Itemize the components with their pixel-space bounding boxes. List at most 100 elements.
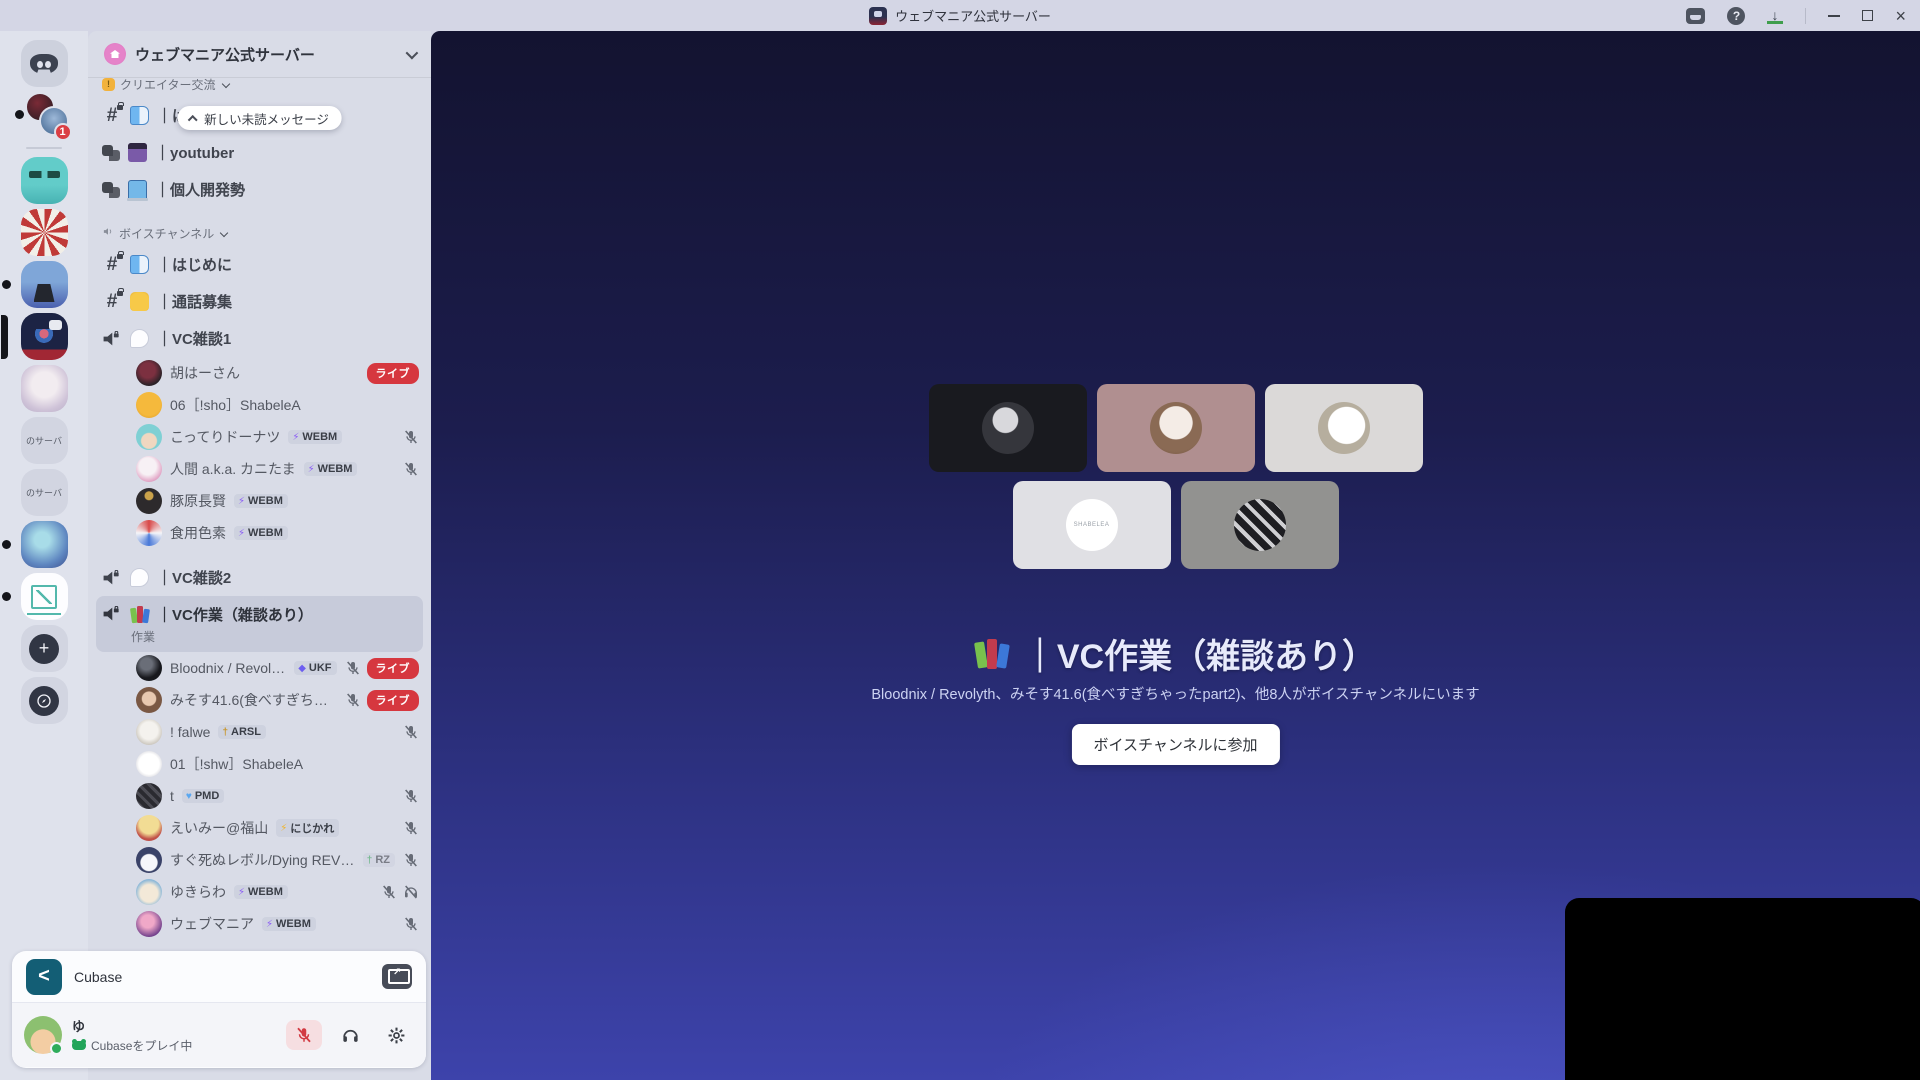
participant-tile[interactable] [1096, 384, 1255, 472]
explore-servers-button[interactable] [20, 677, 68, 724]
deafen-button[interactable] [332, 1020, 368, 1050]
server-icon-anime-girl[interactable] [20, 365, 68, 412]
voice-member-row[interactable]: t ♥ PMD [88, 780, 431, 812]
mic-muted-icon [346, 661, 359, 675]
add-server-button[interactable]: + [20, 625, 68, 672]
server-tag: ⚡ WEBM [303, 462, 358, 476]
user-status-text: Cubaseをプレイ中 [91, 1039, 193, 1053]
voice-member-row[interactable]: 豚原長賢 ⚡ WEBM [88, 485, 431, 517]
voice-member-row[interactable]: Bloodnix / Revolyth ◆ UKF ライブ [88, 652, 431, 684]
mic-muted-icon [346, 693, 359, 707]
join-voice-channel-button[interactable]: ボイスチャンネルに参加 [1071, 724, 1280, 765]
server-name: ウェブマニア公式サーバー [135, 46, 315, 64]
server-icon-suit[interactable] [1, 261, 68, 308]
avatar [136, 719, 162, 745]
forum-channel-icon [102, 181, 120, 198]
online-status-dot [50, 1042, 63, 1055]
live-badge: ライブ [366, 657, 419, 679]
help-icon[interactable]: ? [1727, 6, 1746, 25]
screen-share-icon[interactable] [382, 964, 412, 989]
plus-icon: + [29, 633, 59, 664]
server-icon-teal[interactable] [20, 157, 68, 204]
voice-member-row[interactable]: ゆきらわ ⚡ WEBM [88, 876, 431, 908]
avatar [136, 911, 162, 937]
participant-tile[interactable] [1264, 384, 1423, 472]
user-name: ゆ [72, 1019, 86, 1034]
minimize-button[interactable] [1828, 14, 1841, 17]
chevron-down-icon [405, 46, 419, 59]
voice-member-row[interactable]: ウェブマニア ⚡ WEBM [88, 908, 431, 940]
activity-card[interactable]: < Cubase [12, 951, 426, 1003]
voice-member-row[interactable]: えいみー@福山 ⚡ にじかれ [88, 812, 431, 844]
speaker-lock-icon [102, 569, 122, 586]
books-emoji-icon [973, 637, 1010, 671]
window-title: ウェブマニア公式サーバー [895, 9, 1051, 24]
avatar [1317, 402, 1370, 454]
voice-channel-vc-zatsudan1[interactable]: ｜VC雑談1 [96, 320, 423, 357]
channel-youtuber[interactable]: ｜youtuber [96, 134, 423, 171]
voice-member-row[interactable]: 人間 a.k.a. カニたま ⚡ WEBM [88, 453, 431, 485]
maximize-button[interactable] [1862, 10, 1874, 21]
gamepad-icon [72, 1039, 86, 1050]
server-icon-webmania-selected[interactable] [0, 313, 68, 360]
speaker-lock-icon [102, 330, 122, 347]
voice-member-row[interactable]: みそす41.6(食べすぎちゃ… ライブ [88, 684, 431, 716]
participant-tile[interactable] [928, 384, 1087, 472]
server-folder-1[interactable]: のサーバ [20, 417, 68, 464]
update-download-icon[interactable]: ↓ [1767, 7, 1784, 25]
channel-tsuwa-boshu[interactable]: # ｜通話募集 [96, 283, 423, 320]
server-icon-miku[interactable] [1, 521, 68, 568]
discord-home-button[interactable] [20, 40, 68, 87]
voice-member-row[interactable]: 06［!sho］ShabeleA [88, 389, 431, 421]
voice-member-row[interactable]: すぐ死ぬレボル/Dying REVOL † RZ [88, 844, 431, 876]
forum-channel-icon [102, 144, 120, 161]
voice-member-row[interactable]: こってりドーナツ ⚡ WEBM [88, 421, 431, 453]
channel-kojin-kaihatsu[interactable]: ｜個人開発勢 [96, 171, 423, 208]
divider [1805, 7, 1807, 24]
hash-lock-icon: # [102, 250, 124, 276]
voice-member-row[interactable]: ! falwe † ARSL [88, 716, 431, 748]
server-icon-easel[interactable] [1, 573, 68, 620]
participant-tiles: SHABELEA [431, 384, 1920, 569]
voice-member-row[interactable]: 01［!shw］ShabeleA [88, 748, 431, 780]
user-bar[interactable]: ゆ Cubaseをプレイ中 [12, 1003, 426, 1067]
voice-channel-vc-sagyo-selected[interactable]: ｜VC作業（雑談あり） 作業 [96, 596, 423, 652]
server-icon-collage[interactable] [20, 209, 68, 256]
category-creator[interactable]: ! クリエイター交流 [88, 71, 431, 97]
participant-tile[interactable] [1180, 481, 1339, 569]
window-titlebar: ウェブマニア公式サーバー ? ↓ × [0, 0, 1920, 31]
voice-channel-vc-zatsudan2[interactable]: ｜VC雑談2 [96, 559, 423, 596]
dm-avatars[interactable]: 1 [14, 92, 72, 141]
server-tag: ⚡ にじかれ [276, 819, 340, 837]
voice-member-row[interactable]: 胡はーさん ライブ [88, 357, 431, 389]
clapper-emoji-icon [128, 143, 147, 162]
server-badge-icon [104, 43, 126, 65]
window-app-icon [869, 6, 888, 25]
voice-channel-title: ｜VC作業（雑談あり） [1022, 638, 1377, 676]
pip-video[interactable] [1565, 898, 1920, 1080]
category-voice-channels[interactable]: ボイスチャンネル [88, 220, 431, 246]
channel-list[interactable]: 新しい未読メッセージ ! クリエイター交流 # ｜はじめに ｜youtuber … [88, 77, 431, 940]
participant-tile[interactable]: SHABELEA [1012, 481, 1171, 569]
server-folder-2[interactable]: のサーバ [20, 469, 68, 516]
voice-member-row[interactable]: 食用色素 ⚡ WEBM [88, 517, 431, 549]
unread-dot [1, 592, 11, 601]
speech-bubble-emoji-icon [130, 568, 149, 587]
unread-dot [1, 540, 11, 549]
avatar [136, 815, 162, 841]
close-button[interactable]: × [1895, 7, 1906, 25]
mic-muted-icon [405, 821, 417, 835]
channel-subtitle: 作業 [131, 630, 156, 644]
server-tag: ⚡ WEBM [262, 917, 316, 931]
book-emoji-icon [130, 106, 149, 125]
avatar [1149, 402, 1202, 454]
avatar [136, 488, 162, 514]
easel-icon [31, 584, 57, 609]
channel-sidebar: ウェブマニア公式サーバー 新しい未読メッセージ ! クリエイター交流 # ｜はじ… [88, 31, 431, 1080]
new-unread-messages-pill[interactable]: 新しい未読メッセージ [177, 106, 342, 130]
settings-button[interactable] [378, 1020, 414, 1050]
channel-hajimeni-2[interactable]: # ｜はじめに [96, 246, 423, 283]
avatar[interactable] [24, 1016, 63, 1055]
mic-mute-button[interactable] [286, 1020, 322, 1050]
inbox-icon[interactable] [1686, 7, 1706, 24]
